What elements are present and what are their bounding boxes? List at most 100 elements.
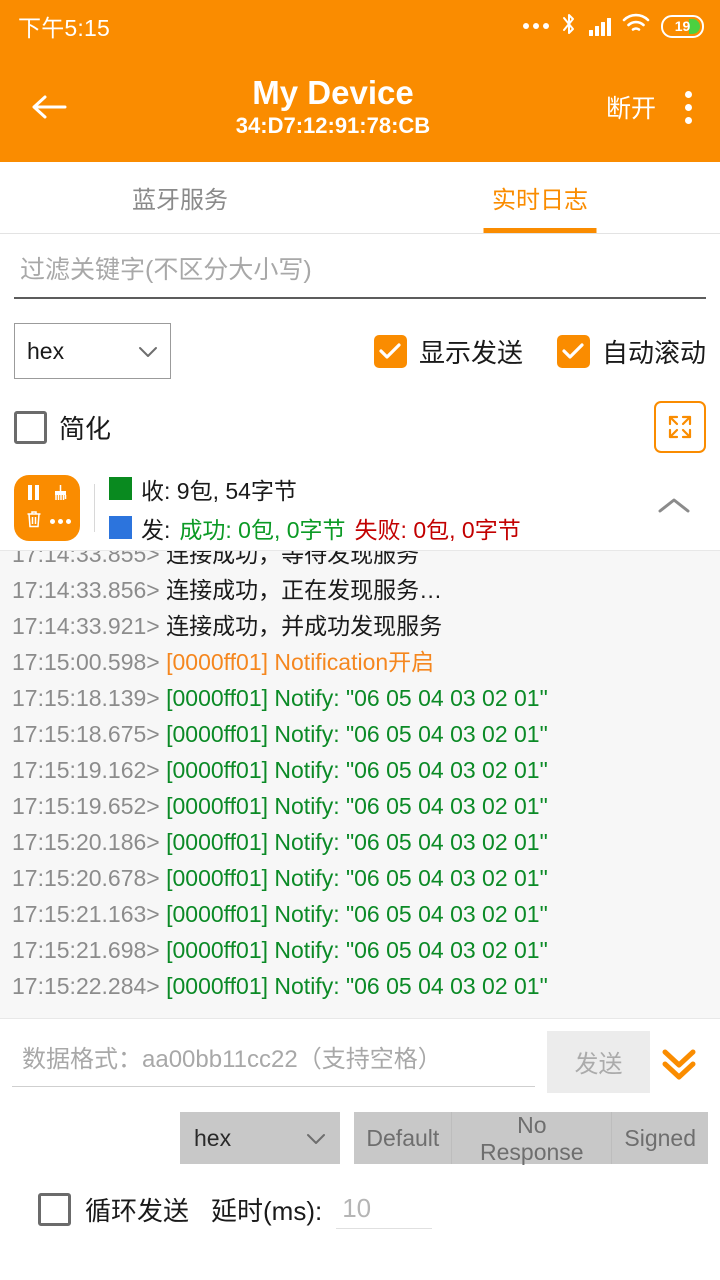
chevron-up-icon[interactable] xyxy=(656,496,706,521)
log-line-message: 连接成功，等待发现服务 xyxy=(166,550,419,567)
log-line-message: [0000ff01] Notify: "06 05 04 03 02 01" xyxy=(166,757,548,783)
log-line-message: [0000ff01] Notify: "06 05 04 03 02 01" xyxy=(166,793,548,819)
cellular-signal-icon xyxy=(589,16,611,36)
log-line-timestamp: 17:14:33.921> xyxy=(12,613,166,639)
log-line-message: [0000ff01] Notify: "06 05 04 03 02 01" xyxy=(166,901,548,927)
log-controls-row-1: hex 显示发送 自动滚动 xyxy=(0,314,720,388)
send-format-select[interactable]: hex xyxy=(180,1112,340,1164)
log-line: 17:15:20.678> [0000ff01] Notify: "06 05 … xyxy=(12,860,708,896)
send-button[interactable]: 发送 xyxy=(547,1031,650,1093)
log-format-select-value: hex xyxy=(27,338,64,365)
log-controls-row-2: 简化 xyxy=(0,388,720,466)
log-line-timestamp: 17:15:21.163> xyxy=(12,901,166,927)
auto-scroll-label: 自动滚动 xyxy=(602,333,706,370)
write-mode-default-button[interactable]: Default xyxy=(354,1112,451,1164)
log-line-message: [0000ff01] Notify: "06 05 04 03 02 01" xyxy=(166,685,548,711)
log-line-timestamp: 17:15:19.652> xyxy=(12,793,166,819)
app-bar-titles: My Device 34:D7:12:91:78:CB xyxy=(64,74,602,141)
bluetooth-icon xyxy=(560,12,578,41)
log-line: 17:14:33.856> 连接成功，正在发现服务… xyxy=(12,572,708,608)
disconnect-button[interactable]: 断开 xyxy=(602,83,660,131)
ellipsis-icon xyxy=(50,519,71,524)
bottom-spacer xyxy=(0,1246,720,1280)
log-line-timestamp: 17:15:21.698> xyxy=(12,937,166,963)
log-line: 17:15:00.598> [0000ff01] Notification开启 xyxy=(12,644,708,680)
simplify-checkbox[interactable]: 简化 xyxy=(14,409,111,446)
log-line: 17:15:19.162> [0000ff01] Notify: "06 05 … xyxy=(12,752,708,788)
log-line-timestamp: 17:15:19.162> xyxy=(12,757,166,783)
loop-send-row: 循环发送 延时(ms): xyxy=(0,1172,720,1246)
log-line: 17:15:18.139> [0000ff01] Notify: "06 05 … xyxy=(12,680,708,716)
battery-level-label: 19 xyxy=(675,18,691,34)
log-line-timestamp: 17:14:33.856> xyxy=(12,577,166,603)
log-line-message: [0000ff01] Notify: "06 05 04 03 02 01" xyxy=(166,721,548,747)
log-line-timestamp: 17:14:33.855> xyxy=(12,550,166,567)
send-format-select-value: hex xyxy=(194,1125,231,1152)
log-line: 17:15:19.652> [0000ff01] Notify: "06 05 … xyxy=(12,788,708,824)
auto-scroll-checkbox[interactable]: 自动滚动 xyxy=(557,333,706,370)
stats-divider xyxy=(94,484,95,532)
checkmark-icon xyxy=(374,335,407,368)
log-line-container: 17:14:33.855> 连接成功，等待发现服务17:14:33.856> 连… xyxy=(0,550,720,1004)
show-send-checkbox[interactable]: 显示发送 xyxy=(374,333,523,370)
send-success-label: 成功: 0包, 0字节 xyxy=(179,511,345,545)
log-stats-bar: 收: 9包, 54字节 发: 成功: 0包, 0字节 失败: 0包, 0字节 xyxy=(0,466,720,550)
log-line: 17:15:20.186> [0000ff01] Notify: "06 05 … xyxy=(12,824,708,860)
page-title: My Device xyxy=(252,74,413,112)
battery-icon: 19 xyxy=(661,15,704,38)
write-mode-no-response-button[interactable]: No Response xyxy=(451,1112,611,1164)
log-line-message: [0000ff01] Notify: "06 05 04 03 02 01" xyxy=(166,829,548,855)
send-color-swatch xyxy=(109,516,132,539)
fullscreen-expand-icon[interactable] xyxy=(654,401,706,453)
send-stats-prefix: 发: xyxy=(141,511,170,545)
chevron-down-icon xyxy=(306,1132,326,1144)
checkbox-empty-icon xyxy=(14,411,47,444)
log-line: 17:15:21.698> [0000ff01] Notify: "06 05 … xyxy=(12,932,708,968)
log-checkbox-group: 显示发送 自动滚动 xyxy=(374,333,706,370)
tab-bar: 蓝牙服务 实时日志 xyxy=(0,162,720,234)
write-mode-segmented-control: Default No Response Signed xyxy=(354,1112,708,1164)
trash-icon xyxy=(26,510,42,533)
receive-color-swatch xyxy=(109,477,132,500)
stats-send-line: 发: 成功: 0包, 0字节 失败: 0包, 0字节 xyxy=(109,511,521,545)
checkmark-icon xyxy=(557,335,590,368)
log-format-select[interactable]: hex xyxy=(14,323,171,379)
tab-bluetooth-services[interactable]: 蓝牙服务 xyxy=(0,162,360,233)
log-line-timestamp: 17:15:20.678> xyxy=(12,865,166,891)
log-line-message: [0000ff01] Notify: "06 05 04 03 02 01" xyxy=(166,865,548,891)
kebab-menu-icon[interactable] xyxy=(660,91,702,124)
log-line: 17:15:22.284> [0000ff01] Notify: "06 05 … xyxy=(12,968,708,1004)
log-line-timestamp: 17:15:18.675> xyxy=(12,721,166,747)
chevron-down-icon xyxy=(138,345,158,357)
filter-keyword-input[interactable] xyxy=(14,250,706,299)
wifi-icon xyxy=(622,13,650,39)
log-line-message: [0000ff01] Notification开启 xyxy=(166,649,434,675)
log-actions-button[interactable] xyxy=(14,475,80,541)
log-line-message: [0000ff01] Notify: "06 05 04 03 02 01" xyxy=(166,937,548,963)
delay-input[interactable] xyxy=(336,1189,432,1229)
delay-label: 延时(ms): xyxy=(211,1191,322,1228)
filter-row xyxy=(0,234,720,314)
more-dots-icon xyxy=(523,23,549,29)
receive-stats-label: 收: 9包, 54字节 xyxy=(141,472,297,506)
log-line: 17:15:18.675> [0000ff01] Notify: "06 05 … xyxy=(12,716,708,752)
log-line: 17:14:33.921> 连接成功，并成功发现服务 xyxy=(12,608,708,644)
write-mode-signed-button[interactable]: Signed xyxy=(611,1112,708,1164)
send-data-input[interactable] xyxy=(12,1036,535,1087)
log-line-timestamp: 17:15:20.186> xyxy=(12,829,166,855)
log-line: 17:15:21.163> [0000ff01] Notify: "06 05 … xyxy=(12,896,708,932)
log-line-message: 连接成功，并成功发现服务 xyxy=(166,613,442,639)
device-mac-address: 34:D7:12:91:78:CB xyxy=(236,112,430,141)
log-line-timestamp: 17:15:22.284> xyxy=(12,973,166,999)
log-output-area[interactable]: 17:14:33.855> 连接成功，等待发现服务17:14:33.856> 连… xyxy=(0,550,720,1018)
stats-text-block: 收: 9包, 54字节 发: 成功: 0包, 0字节 失败: 0包, 0字节 xyxy=(109,472,521,545)
log-line-timestamp: 17:15:00.598> xyxy=(12,649,166,675)
loop-send-checkbox[interactable] xyxy=(38,1193,71,1226)
double-chevron-down-icon[interactable] xyxy=(650,1042,708,1082)
broom-icon xyxy=(52,484,69,506)
app-root: 下午5:15 19 My xyxy=(0,0,720,1280)
send-bar: 发送 xyxy=(0,1018,720,1104)
send-fail-label: 失败: 0包, 0字节 xyxy=(355,511,521,545)
tab-realtime-log[interactable]: 实时日志 xyxy=(360,162,720,233)
app-bar: My Device 34:D7:12:91:78:CB 断开 xyxy=(0,52,720,162)
